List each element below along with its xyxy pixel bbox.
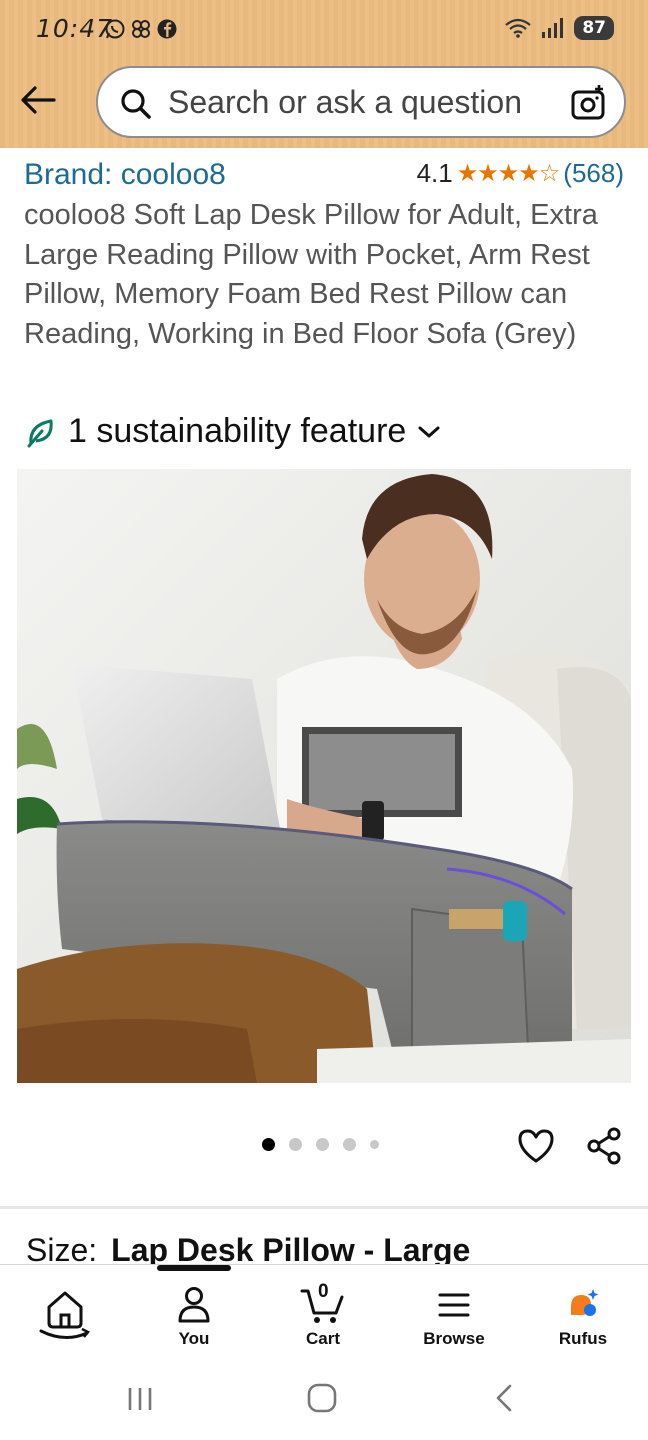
notification-icons	[104, 18, 178, 40]
leaf-icon	[27, 419, 53, 447]
carousel-dot[interactable]	[343, 1138, 356, 1151]
rating-value: 4.1	[416, 158, 453, 188]
carousel-dot[interactable]	[370, 1140, 379, 1149]
review-count[interactable]: (568)	[563, 158, 624, 189]
status-time: 10:47	[36, 14, 114, 43]
home-icon	[39, 1291, 90, 1339]
share-icon[interactable]	[584, 1126, 624, 1166]
signal-icon	[542, 18, 564, 38]
size-label: Size:	[26, 1232, 98, 1266]
sustainability-toggle[interactable]: 1 sustainability feature	[24, 412, 442, 451]
wifi-icon	[505, 18, 532, 38]
product-image[interactable]	[17, 469, 631, 1083]
cart-badge: 0	[318, 1281, 329, 1302]
product-title: cooloo8 Soft Lap Desk Pillow for Adult, …	[24, 199, 598, 350]
section-divider	[0, 1206, 648, 1209]
arrow-left-icon	[21, 86, 56, 114]
product-photo-illustration	[17, 469, 631, 1083]
cart-icon-wrap: 0	[300, 1281, 346, 1325]
brand-link[interactable]: Brand: cooloo8	[24, 158, 226, 192]
active-tab-indicator	[157, 1265, 231, 1271]
search-bar[interactable]: Search or ask a question	[96, 66, 626, 138]
rating-summary[interactable]: 4.1 ★★★★☆ (568)	[417, 158, 624, 189]
nav-cart[interactable]: 0 Cart	[268, 1281, 378, 1349]
search-icon	[121, 89, 151, 119]
menu-icon	[438, 1293, 470, 1317]
status-bar: 10:47 87	[0, 0, 648, 60]
battery-indicator: 87	[574, 16, 614, 40]
carousel-dot[interactable]	[289, 1138, 302, 1151]
nav-you[interactable]: You	[139, 1285, 249, 1349]
bottom-navigation: You 0 Cart Browse Rufus	[0, 1264, 648, 1360]
chevron-down-icon	[418, 426, 440, 437]
nav-rufus-label: Rufus	[558, 1329, 608, 1348]
size-value: Lap Desk Pillow - Large	[111, 1232, 471, 1266]
nav-cart-label: Cart	[305, 1329, 340, 1348]
nav-browse[interactable]: Browse	[399, 1285, 509, 1349]
nav-rufus[interactable]: Rufus	[528, 1285, 638, 1349]
nav-browse-label: Browse	[423, 1329, 485, 1348]
sustainability-label: 1 sustainability feature	[68, 412, 407, 450]
recent-apps-icon[interactable]	[124, 1384, 156, 1414]
system-status: 87	[504, 16, 614, 40]
facebook-icon	[157, 19, 177, 39]
person-icon	[178, 1287, 210, 1323]
size-selector[interactable]: Size: Lap Desk Pillow - Large	[26, 1232, 470, 1266]
carousel-dot[interactable]	[316, 1138, 329, 1151]
whatsapp-icon	[105, 19, 125, 39]
home-button-icon[interactable]	[306, 1382, 338, 1414]
app-header: 10:47 87 Search or ask a question	[0, 0, 648, 148]
nav-you-label: You	[178, 1329, 210, 1348]
nav-home[interactable]	[10, 1285, 120, 1347]
pinwheel-icon	[132, 20, 150, 38]
image-carousel-dots[interactable]	[262, 1138, 379, 1151]
carousel-dot[interactable]	[262, 1138, 275, 1151]
heart-icon[interactable]	[516, 1126, 556, 1166]
system-back-icon[interactable]	[490, 1382, 518, 1414]
rufus-icon	[571, 1289, 599, 1316]
search-input[interactable]: Search or ask a question	[168, 84, 522, 121]
system-navigation-bar	[0, 1360, 648, 1440]
star-rating-icon: ★★★★☆	[456, 160, 561, 187]
camera-search-icon[interactable]	[570, 84, 608, 122]
back-button[interactable]	[18, 80, 58, 120]
